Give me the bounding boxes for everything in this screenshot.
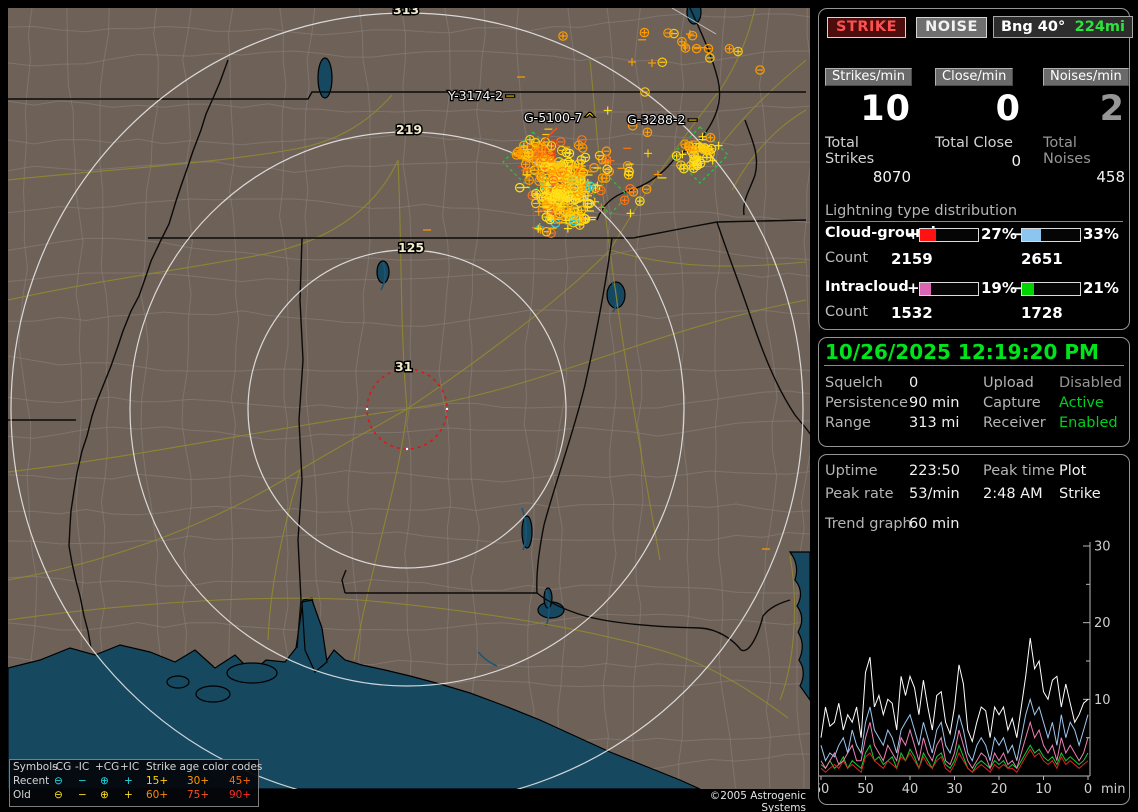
storm-cell-label: Y-3174-2− (447, 88, 515, 103)
ring-label-31: 31 (395, 359, 412, 374)
legend-age-header: Strike age color codes (146, 761, 262, 774)
noises-per-min-header: Noises/min (1043, 68, 1129, 86)
svg-text:10: 10 (1094, 693, 1111, 708)
old-ic-neg-icon: − (78, 789, 87, 802)
svg-text:10: 10 (1035, 782, 1052, 797)
trend-series-Total strikes (821, 638, 1088, 742)
capture-label: Capture (983, 395, 1041, 411)
storm-cell-label: G-5100-7^ (524, 110, 595, 125)
noises-per-min-value: 2 (1043, 91, 1125, 128)
total-close-value: 0 (935, 152, 1021, 170)
copyright-text: ©2005 Astrogenic Systems (666, 790, 806, 812)
recent-cg-pos-icon: ⊕ (100, 775, 109, 788)
cg-negative-pct: 33% (1083, 225, 1119, 243)
old-cg-neg-icon: ⊖ (54, 789, 63, 802)
bearing-range: 224mi (1075, 19, 1125, 35)
total-noises-label: Total Noises (1043, 135, 1125, 167)
lake-pontchartrain (227, 663, 277, 683)
cg-count-label: Count (825, 250, 868, 266)
bearing-label: Bng 40° (1001, 19, 1065, 35)
total-noises-value: 458 (1043, 168, 1125, 186)
strike-mode-button[interactable]: STRIKE (827, 17, 906, 38)
svg-text:20: 20 (991, 782, 1008, 797)
upload-status: Disabled (1059, 375, 1122, 391)
total-strikes-value: 8070 (825, 168, 911, 186)
noises-per-min-column: Noises/min 2 Total Noises 458 (1043, 65, 1125, 186)
range-label: Range (825, 415, 871, 431)
recent-cg-neg-icon: ⊖ (54, 775, 63, 788)
trend-graph: 10 20 30 60 50 40 30 20 10 0 min (819, 455, 1128, 803)
nexstorm-window: { "map": { "copyright": "©2005 Astrogeni… (0, 0, 1138, 812)
cg-negative-bar (1021, 228, 1081, 242)
ic-count-label: Count (825, 304, 868, 320)
svg-text:50: 50 (857, 782, 874, 797)
distribution-title: Lightning type distribution (825, 203, 1123, 222)
ic-positive-bar (919, 282, 979, 296)
close-per-min-value: 0 (935, 91, 1021, 128)
close-per-min-header: Close/min (935, 68, 1013, 86)
ring-label-125: 125 (398, 240, 424, 255)
strikes-per-min-column: Strikes/min 10 Total Strikes 8070 (825, 65, 911, 186)
squelch-value: 0 (909, 375, 918, 391)
persistence-value: 90 min (909, 395, 959, 411)
strikes-per-min-value: 10 (825, 91, 911, 128)
range-value: 313 mi (909, 415, 959, 431)
upload-label: Upload (983, 375, 1034, 391)
persistence-label: Persistence (825, 395, 908, 411)
storm-cell-label: G-3288-2− (627, 112, 698, 127)
strike-symbol-legend: Symbols -CG -IC +CG +IC Strike age color… (9, 759, 259, 807)
cg-negative-count: 2651 (1021, 250, 1063, 268)
svg-text:40: 40 (902, 782, 919, 797)
svg-text:min: min (1101, 782, 1126, 797)
recent-ic-pos-icon: + (124, 775, 133, 788)
noise-mode-button[interactable]: NOISE (916, 17, 987, 38)
ic-negative-bar (1021, 282, 1081, 296)
svg-text:60: 60 (819, 782, 829, 797)
total-strikes-label: Total Strikes (825, 135, 911, 167)
cg-positive-count: 2159 (891, 250, 933, 268)
svg-text:30: 30 (1094, 540, 1111, 555)
old-ic-pos-icon: + (124, 789, 133, 802)
cg-positive-bar (919, 228, 979, 242)
bearing-readout: Bng 40° 224mi (993, 16, 1133, 38)
squelch-label: Squelch (825, 375, 883, 391)
receiver-label: Receiver (983, 415, 1046, 431)
status-panel: 10/26/2025 12:19:20 PM Squelch 0 Upload … (818, 337, 1130, 447)
capture-status: Active (1059, 395, 1104, 411)
ring-label-219: 219 (396, 122, 422, 137)
svg-text:30: 30 (946, 782, 963, 797)
plus-sign: + (907, 225, 920, 243)
strikes-per-min-header: Strikes/min (825, 68, 912, 86)
total-close-label: Total Close (935, 135, 1021, 151)
info-trend-panel: Uptime 223:50 Peak time Plot Peak rate 5… (818, 454, 1130, 805)
ic-negative-pct: 21% (1083, 279, 1119, 297)
receiver-status: Enabled (1059, 415, 1118, 431)
current-datetime: 10/26/2025 12:19:20 PM (825, 340, 1099, 364)
recent-ic-neg-icon: − (78, 775, 87, 788)
old-cg-pos-icon: ⊕ (100, 789, 109, 802)
ic-positive-count: 1532 (891, 304, 933, 322)
svg-text:20: 20 (1094, 616, 1111, 631)
intracloud-label: Intracloud (825, 279, 909, 295)
close-per-min-column: Close/min 0 Total Close 0 (935, 65, 1021, 170)
ic-negative-count: 1728 (1021, 304, 1063, 322)
svg-text:0: 0 (1084, 782, 1092, 797)
legend-symbols-header: Symbols (13, 761, 58, 774)
plus-sign: + (907, 279, 920, 297)
ring-label-313: 313 (393, 2, 419, 17)
strike-counters-panel: STRIKE NOISE Bng 40° 224mi Strikes/min 1… (818, 8, 1130, 330)
